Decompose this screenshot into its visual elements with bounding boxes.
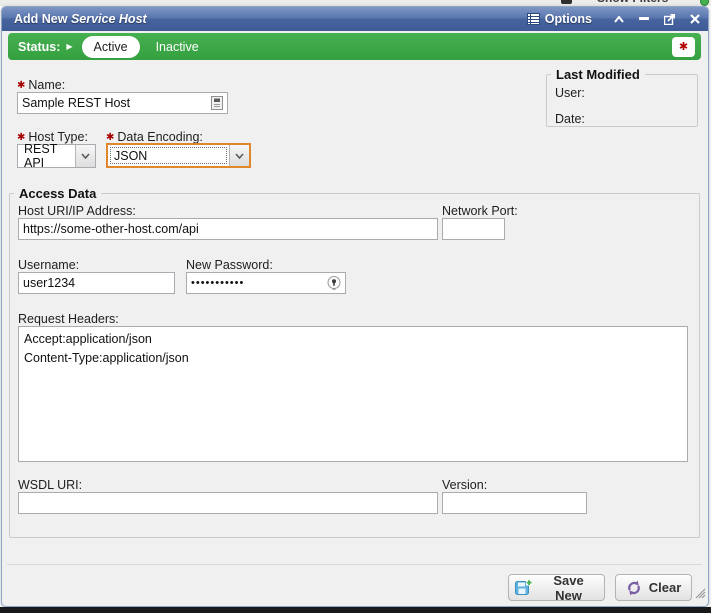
name-label-text: Name: — [28, 78, 65, 92]
close-button[interactable] — [690, 14, 700, 24]
new-password-input[interactable] — [187, 273, 326, 293]
chevron-up-icon — [614, 16, 624, 23]
status-arrow-icon: ▶ — [66, 43, 72, 51]
username-field-wrap — [18, 272, 175, 294]
dialog-title-emphasis: Service Host — [71, 12, 147, 26]
page-bottom-edge — [0, 607, 711, 613]
host-type-select[interactable]: REST API — [17, 144, 96, 168]
data-encoding-label-text: Data Encoding: — [117, 130, 202, 144]
data-encoding-label: ✱Data Encoding: — [106, 130, 203, 144]
last-modified-legend: Last Modified — [551, 67, 645, 82]
data-encoding-value: JSON — [108, 145, 229, 166]
version-input[interactable] — [443, 493, 586, 513]
background-clipped-text: Show Filters — [597, 0, 668, 5]
dialog-title-prefix: Add New — [14, 12, 71, 26]
new-password-field-wrap — [186, 272, 346, 294]
status-option-active[interactable]: Active — [82, 36, 140, 58]
background-filter-icon — [561, 0, 572, 4]
status-option-inactive[interactable]: Inactive — [156, 40, 199, 54]
required-asterisk: ✱ — [17, 80, 25, 91]
request-headers-textarea[interactable]: Accept:application/json Content-Type:app… — [18, 326, 688, 462]
last-modified-fieldset: Last Modified User: Date: — [546, 67, 698, 127]
text-entry-icon[interactable] — [210, 95, 224, 111]
host-uri-label: Host URI/IP Address: — [18, 204, 136, 218]
network-port-label: Network Port: — [442, 204, 518, 218]
last-modified-user-label: User: — [555, 86, 697, 100]
popout-icon — [664, 14, 675, 25]
clear-button[interactable]: Clear — [615, 574, 692, 601]
wsdl-uri-input[interactable] — [19, 493, 437, 513]
chevron-down-icon — [75, 145, 95, 167]
options-button[interactable]: Options — [527, 12, 592, 26]
username-label: Username: — [18, 258, 79, 272]
dialog-titlebar: Add New Service Host Options — [2, 7, 708, 31]
last-modified-date-label: Date: — [555, 112, 697, 126]
resize-grip[interactable] — [694, 586, 706, 604]
wsdl-uri-field-wrap — [18, 492, 438, 514]
close-icon — [690, 14, 700, 24]
name-label: ✱Name: — [17, 78, 65, 92]
data-encoding-select[interactable]: JSON — [106, 143, 251, 168]
dialog-title: Add New Service Host — [14, 12, 147, 26]
new-password-label: New Password: — [186, 258, 273, 272]
save-new-label: Save New — [539, 573, 598, 603]
footer-divider — [7, 564, 702, 565]
window-controls — [614, 14, 700, 25]
chevron-down-icon — [229, 145, 249, 166]
add-service-host-dialog: Add New Service Host Options Status: — [1, 6, 709, 607]
wsdl-uri-label: WSDL URI: — [18, 478, 82, 492]
options-list-icon — [527, 13, 540, 25]
minimize-icon — [639, 17, 649, 21]
clear-label: Clear — [649, 580, 682, 595]
options-label: Options — [545, 12, 592, 26]
minimize-button[interactable] — [639, 17, 649, 21]
host-uri-field-wrap — [18, 218, 438, 240]
status-label: Status: — [18, 40, 60, 54]
password-reveal-icon[interactable] — [326, 275, 342, 291]
save-icon — [515, 579, 532, 596]
username-input[interactable] — [19, 273, 174, 293]
access-data-legend: Access Data — [14, 186, 101, 201]
name-field-wrap — [17, 92, 228, 114]
collapse-button[interactable] — [614, 16, 624, 23]
version-label: Version: — [442, 478, 487, 492]
status-bar: Status: ▶ Active Inactive ✱ — [8, 33, 701, 60]
request-headers-label: Request Headers: — [18, 312, 119, 326]
network-port-input[interactable] — [443, 219, 504, 239]
network-port-field-wrap — [442, 218, 505, 240]
popout-button[interactable] — [664, 14, 675, 25]
refresh-icon — [626, 580, 642, 596]
save-new-button[interactable]: Save New — [508, 574, 605, 601]
version-field-wrap — [442, 492, 587, 514]
name-input[interactable] — [18, 93, 210, 113]
required-fields-button[interactable]: ✱ — [672, 37, 695, 57]
required-asterisk: ✱ — [106, 132, 114, 143]
host-uri-input[interactable] — [19, 219, 437, 239]
host-type-value: REST API — [18, 145, 75, 167]
